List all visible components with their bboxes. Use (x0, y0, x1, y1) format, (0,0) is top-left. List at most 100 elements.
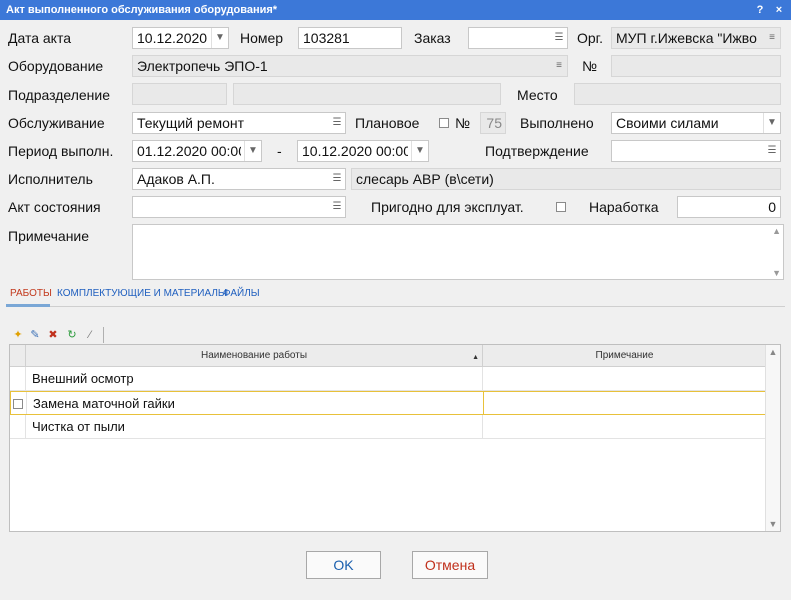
equipment-value: Электропечь ЭПО-1 (137, 58, 268, 74)
sort-ascending-icon: ▲ (472, 354, 479, 361)
division-label: Подразделение (8, 87, 111, 103)
usable-checkbox[interactable] (556, 202, 566, 212)
tab-components[interactable]: КОМПЛЕКТУЮЩИЕ И МАТЕРИАЛЫ (57, 288, 227, 299)
window-title: Акт выполненного обслуживания оборудован… (6, 4, 278, 16)
place-label: Место (517, 87, 558, 103)
title-bar: Акт выполненного обслуживания оборудован… (0, 0, 791, 20)
wand-icon[interactable]: ⁄ (83, 328, 97, 342)
date-dropdown-icon[interactable]: ▼ (211, 28, 228, 48)
table-row-selected[interactable]: Замена маточной гайки (10, 391, 767, 415)
row-selector[interactable] (10, 415, 26, 438)
planned-num-value: 75 (486, 115, 502, 131)
work-note-cell[interactable] (483, 367, 767, 390)
condition-list-icon[interactable]: ☰ (329, 197, 345, 217)
tab-files[interactable]: ФАЙЛЫ (223, 288, 260, 299)
help-icon[interactable]: ? (752, 2, 768, 18)
works-grid: Наименование работы ▲ Примечание Внешний… (9, 344, 781, 532)
row-checkbox[interactable] (11, 392, 27, 414)
period-label: Период выполн. (8, 143, 114, 159)
row-checkbox-box[interactable] (13, 399, 23, 409)
period-to-dropdown-icon[interactable]: ▼ (411, 141, 428, 161)
runtime-label: Наработка (589, 199, 659, 215)
confirm-field[interactable]: ☰ (611, 140, 781, 162)
equip-num-field (611, 55, 781, 77)
order-field[interactable]: ☰ (468, 27, 568, 49)
toolbar-separator (103, 327, 104, 343)
ok-button[interactable]: OK (306, 551, 381, 579)
grid-header-name-label: Наименование работы (200, 350, 308, 361)
note-textarea[interactable]: ▲ ▼ (132, 224, 784, 280)
date-field[interactable]: 10.12.2020 ▼ (132, 27, 229, 49)
note-label: Примечание (8, 228, 90, 244)
period-from-field[interactable]: 01.12.2020 00:00 ▼ (132, 140, 262, 162)
refresh-icon[interactable]: ↻ (65, 328, 79, 342)
table-row[interactable]: Внешний осмотр (10, 367, 767, 391)
date-value: 10.12.2020 (137, 30, 208, 46)
performed-dropdown-icon[interactable]: ▼ (763, 113, 780, 133)
service-list-icon[interactable]: ☰ (329, 113, 345, 133)
close-icon[interactable]: × (771, 2, 787, 18)
work-name-cell[interactable]: Внешний осмотр (26, 367, 483, 390)
service-value: Текущий ремонт (137, 115, 245, 131)
order-label: Заказ (414, 30, 451, 46)
number-value: 103281 (303, 30, 350, 46)
grid-scroll-down-icon[interactable]: ▼ (766, 519, 780, 529)
number-label: Номер (240, 30, 284, 46)
grid-header-name[interactable]: Наименование работы ▲ (26, 345, 483, 367)
planned-checkbox[interactable] (439, 118, 449, 128)
runtime-value: 0 (768, 199, 776, 215)
grid-header-note[interactable]: Примечание (483, 345, 767, 367)
period-dash: - (277, 143, 282, 159)
condition-label: Акт состояния (8, 199, 101, 215)
dialog-window: Акт выполненного обслуживания оборудован… (0, 0, 791, 600)
confirm-label: Подтверждение (485, 143, 589, 159)
confirm-list-icon[interactable]: ☰ (764, 141, 780, 161)
edit-icon[interactable]: ✎ (28, 328, 42, 342)
performed-field[interactable]: Своими силами ▼ (611, 112, 781, 134)
place-field[interactable] (574, 83, 781, 105)
executor-list-icon[interactable]: ☰ (329, 169, 345, 189)
period-from-dropdown-icon[interactable]: ▼ (244, 141, 261, 161)
planned-num-field[interactable]: 75 (480, 112, 506, 134)
work-note-cell[interactable] (483, 415, 767, 438)
period-to-field[interactable]: 10.12.2020 00:00 ▼ (297, 140, 429, 162)
grid-vertical-scrollbar[interactable]: ▲ ▼ (765, 345, 780, 531)
row-selector[interactable] (10, 367, 26, 390)
work-name-cell[interactable]: Чистка от пыли (26, 415, 483, 438)
performed-value: Своими силами (616, 115, 719, 131)
condition-field[interactable]: ☰ (132, 196, 346, 218)
equipment-label: Оборудование (8, 58, 104, 74)
org-value: МУП г.Ижевска "Ижво (616, 30, 757, 46)
executor-value: Адаков А.П. (137, 171, 215, 187)
table-row[interactable]: Чистка от пыли (10, 415, 767, 439)
service-field[interactable]: Текущий ремонт ☰ (132, 112, 346, 134)
grid-scroll-up-icon[interactable]: ▲ (766, 347, 780, 357)
cancel-button[interactable]: Отмена (412, 551, 488, 579)
executor-role-field: слесарь АВР (в\сети) (351, 168, 781, 190)
period-from-value: 01.12.2020 00:00 (137, 143, 241, 159)
runtime-field[interactable]: 0 (677, 196, 781, 218)
grid-header-selector (10, 345, 26, 367)
tab-works[interactable]: РАБОТЫ (10, 288, 52, 299)
equipment-list-icon[interactable]: ≡ (551, 56, 567, 76)
add-icon[interactable]: ✦ (11, 328, 25, 342)
delete-icon[interactable]: ✖ (46, 328, 60, 342)
work-note-cell[interactable] (484, 392, 766, 414)
period-to-value: 10.12.2020 00:00 (302, 143, 408, 159)
division-name-field[interactable] (233, 83, 501, 105)
executor-label: Исполнитель (8, 171, 93, 187)
executor-field[interactable]: Адаков А.П. ☰ (132, 168, 346, 190)
planned-num-label: № (455, 115, 471, 131)
equipment-field[interactable]: Электропечь ЭПО-1 ≡ (132, 55, 568, 77)
number-field[interactable]: 103281 (298, 27, 402, 49)
note-scroll-up-icon[interactable]: ▲ (772, 226, 781, 236)
division-code-field[interactable] (132, 83, 227, 105)
tab-divider (6, 306, 785, 307)
org-field[interactable]: МУП г.Ижевска "Ижво ≡ (611, 27, 781, 49)
note-scroll-down-icon[interactable]: ▼ (772, 268, 781, 278)
org-list-icon[interactable]: ≡ (764, 28, 780, 48)
date-label: Дата акта (8, 30, 71, 46)
work-name-cell[interactable]: Замена маточной гайки (27, 392, 484, 414)
executor-role-value: слесарь АВР (в\сети) (356, 171, 494, 187)
order-list-icon[interactable]: ☰ (551, 28, 567, 48)
